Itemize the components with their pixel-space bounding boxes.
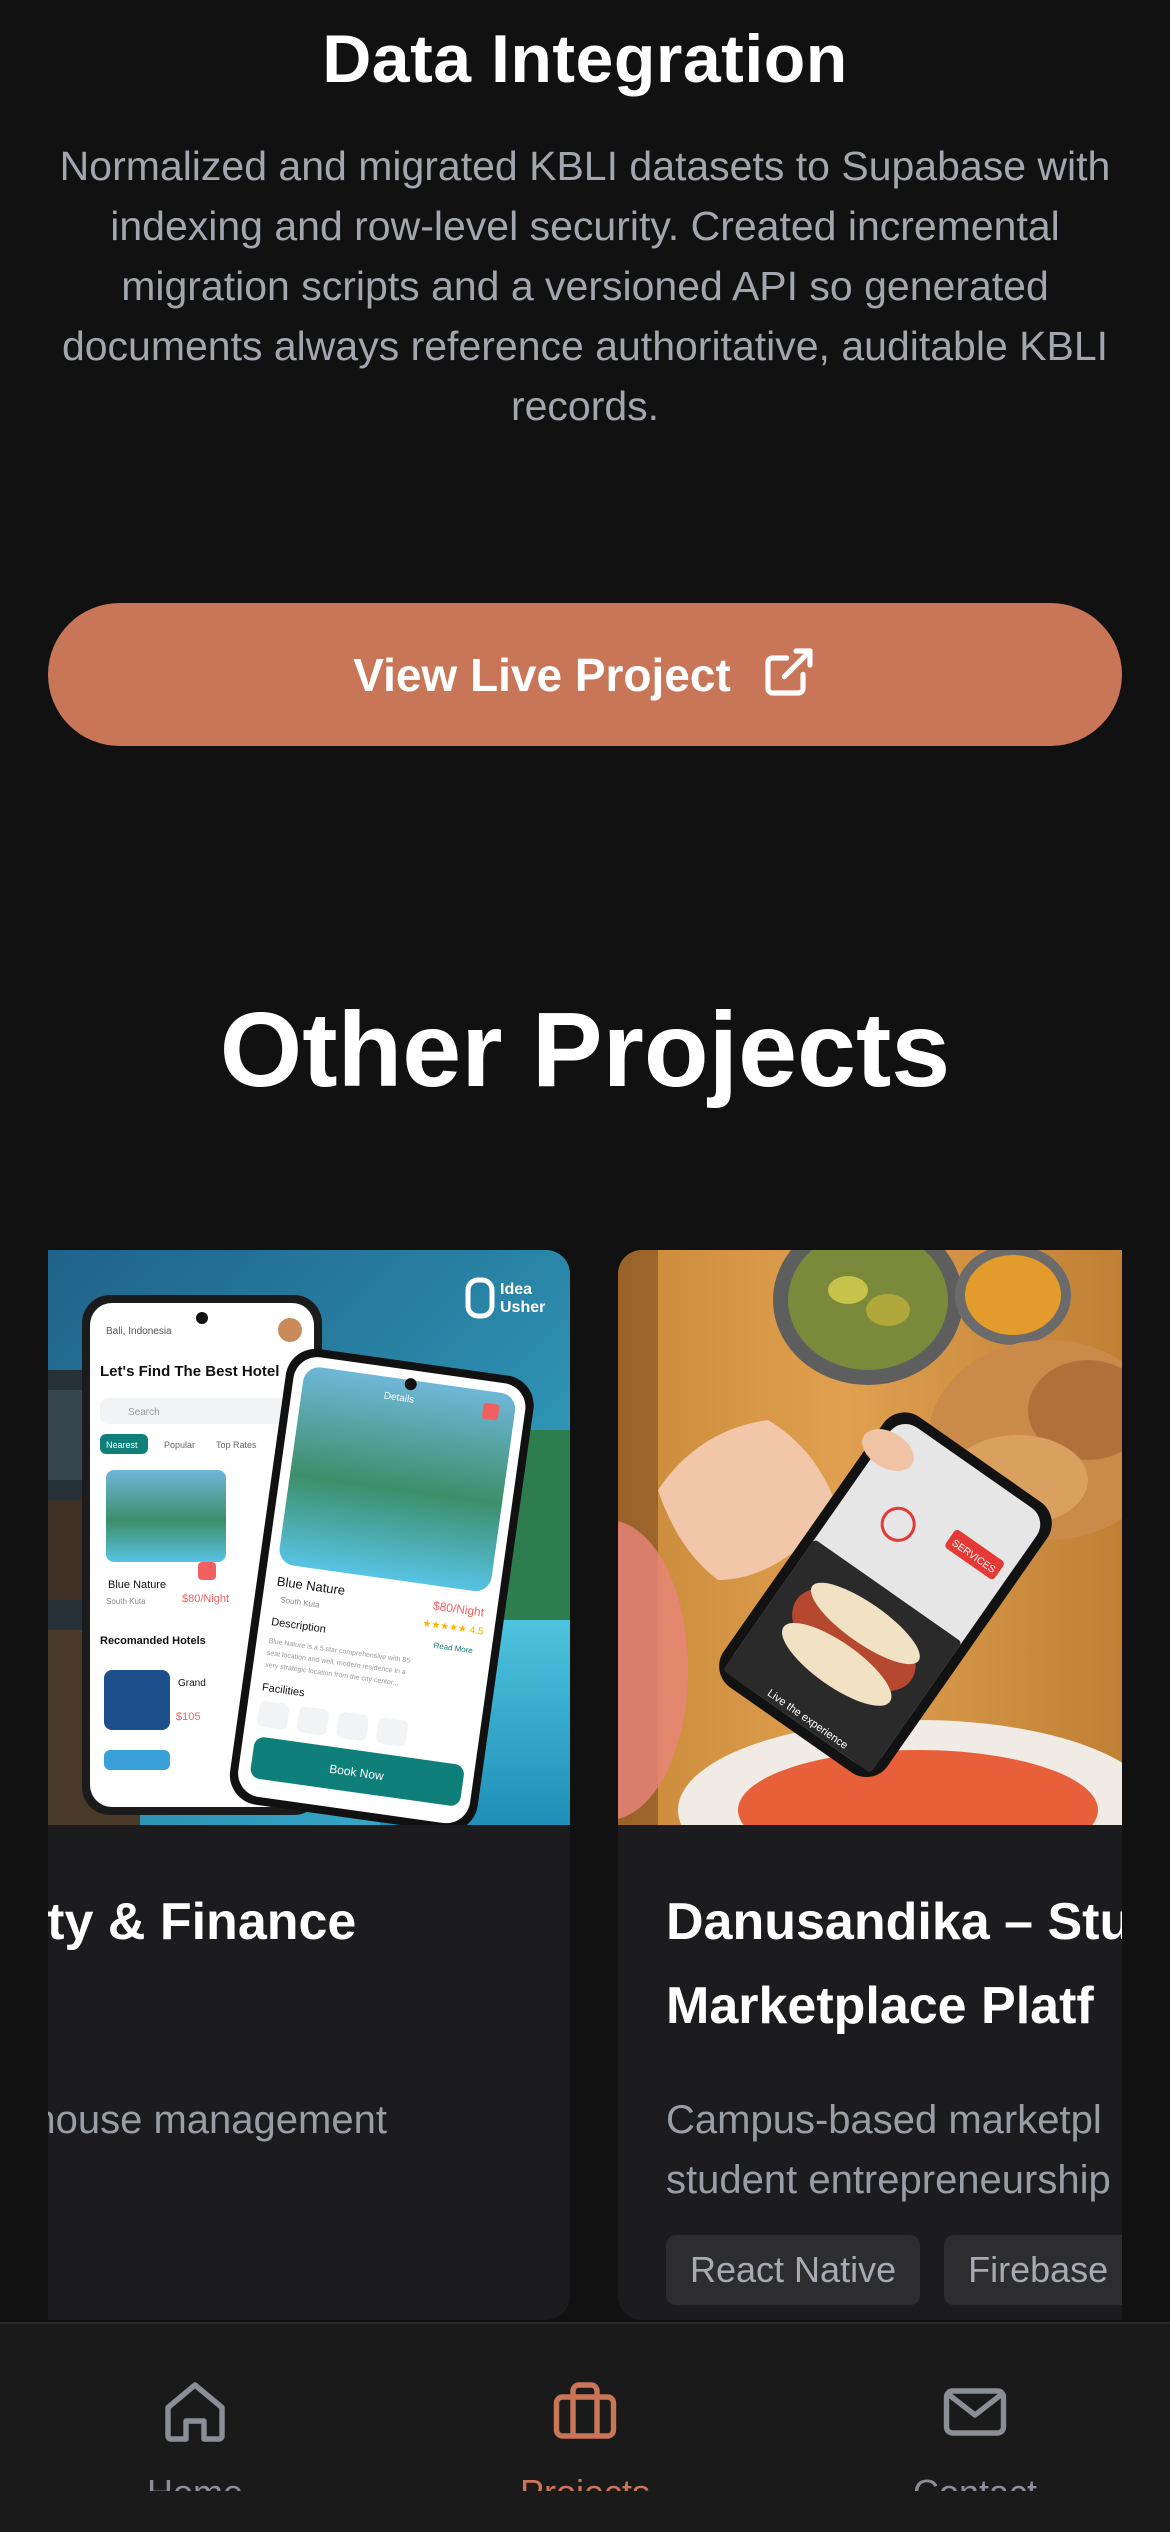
projects-carousel[interactable]: Idea Usher Bali, Indonesia Let's Find Th…	[48, 1250, 1122, 2320]
project-card-2-description-line2: student entrepreneurship	[666, 2158, 1111, 2202]
svg-text:Let's Find The Best Hotel: Let's Find The Best Hotel	[100, 1363, 279, 1380]
project-card-2-title: Danusandika – Stu Marketplace Platf	[666, 1880, 1122, 2048]
project-card-2-description-line1: Campus-based marketpl	[666, 2098, 1102, 2142]
svg-text:Grand: Grand	[178, 1678, 206, 1689]
project-card-1-title-line1: erty & Finance	[48, 1893, 357, 1951]
project-card-1[interactable]: Idea Usher Bali, Indonesia Let's Find Th…	[48, 1250, 570, 2320]
food-ordering-phone-photo: SERVICES Live the experience	[618, 1250, 1122, 1825]
hotel-booking-app-mockup: Idea Usher Bali, Indonesia Let's Find Th…	[48, 1250, 570, 1825]
nav-label-projects: Projects	[520, 2471, 650, 2491]
svg-text:Recomanded Hotels: Recomanded Hotels	[100, 1635, 206, 1647]
project-card-2-title-line2: Marketplace Platf	[666, 1977, 1094, 2035]
other-projects-title: Other Projects	[219, 991, 951, 1109]
nav-label-home: Home	[147, 2471, 243, 2491]
svg-text:Idea: Idea	[500, 1281, 532, 1298]
svg-text:Search: Search	[128, 1407, 160, 1418]
briefcase-icon	[549, 2376, 621, 2453]
nav-item-home[interactable]: Home	[0, 2324, 390, 2532]
svg-text:$80/Night: $80/Night	[182, 1593, 229, 1605]
tag-firebase: Firebase	[944, 2235, 1122, 2305]
tag-react-native: React Native	[666, 2235, 921, 2305]
project-card-1-description: g house management	[48, 2098, 387, 2142]
view-live-project-button[interactable]: View Live Project	[48, 603, 1122, 746]
project-card-2[interactable]: SERVICES Live the experience Danusandika…	[618, 1250, 1122, 2320]
project-card-2-tags: React Native Firebase	[666, 2235, 1122, 2305]
svg-text:South Kuta: South Kuta	[106, 1597, 146, 1606]
svg-text:$105: $105	[176, 1711, 200, 1723]
nav-item-projects[interactable]: Projects	[390, 2324, 780, 2532]
svg-text:Usher: Usher	[500, 1299, 545, 1316]
home-icon	[159, 2376, 231, 2453]
project-card-2-description: Campus-based marketpl student entreprene…	[666, 2090, 1122, 2210]
bottom-navigation: Home Projects Contact	[0, 2322, 1170, 2532]
svg-text:Popular: Popular	[164, 1440, 195, 1450]
project-card-1-title: erty & Finance p	[48, 1880, 570, 2048]
svg-text:Bali, Indonesia: Bali, Indonesia	[106, 1326, 172, 1337]
mail-icon	[939, 2376, 1011, 2453]
view-live-project-label: View Live Project	[353, 648, 731, 701]
svg-text:Top Rates: Top Rates	[216, 1440, 257, 1450]
external-link-icon	[761, 644, 817, 705]
page: Data Integration Normalized and migrated…	[0, 0, 1170, 2532]
project-card-2-title-line1: Danusandika – Stu	[666, 1893, 1122, 1951]
section-title: Data Integration	[322, 21, 848, 97]
svg-text:Blue Nature: Blue Nature	[108, 1579, 166, 1591]
nav-item-contact[interactable]: Contact	[780, 2324, 1170, 2532]
nav-label-contact: Contact	[913, 2471, 1037, 2491]
svg-text:Nearest: Nearest	[106, 1440, 138, 1450]
section-description: Normalized and migrated KBLI datasets to…	[59, 143, 1111, 429]
